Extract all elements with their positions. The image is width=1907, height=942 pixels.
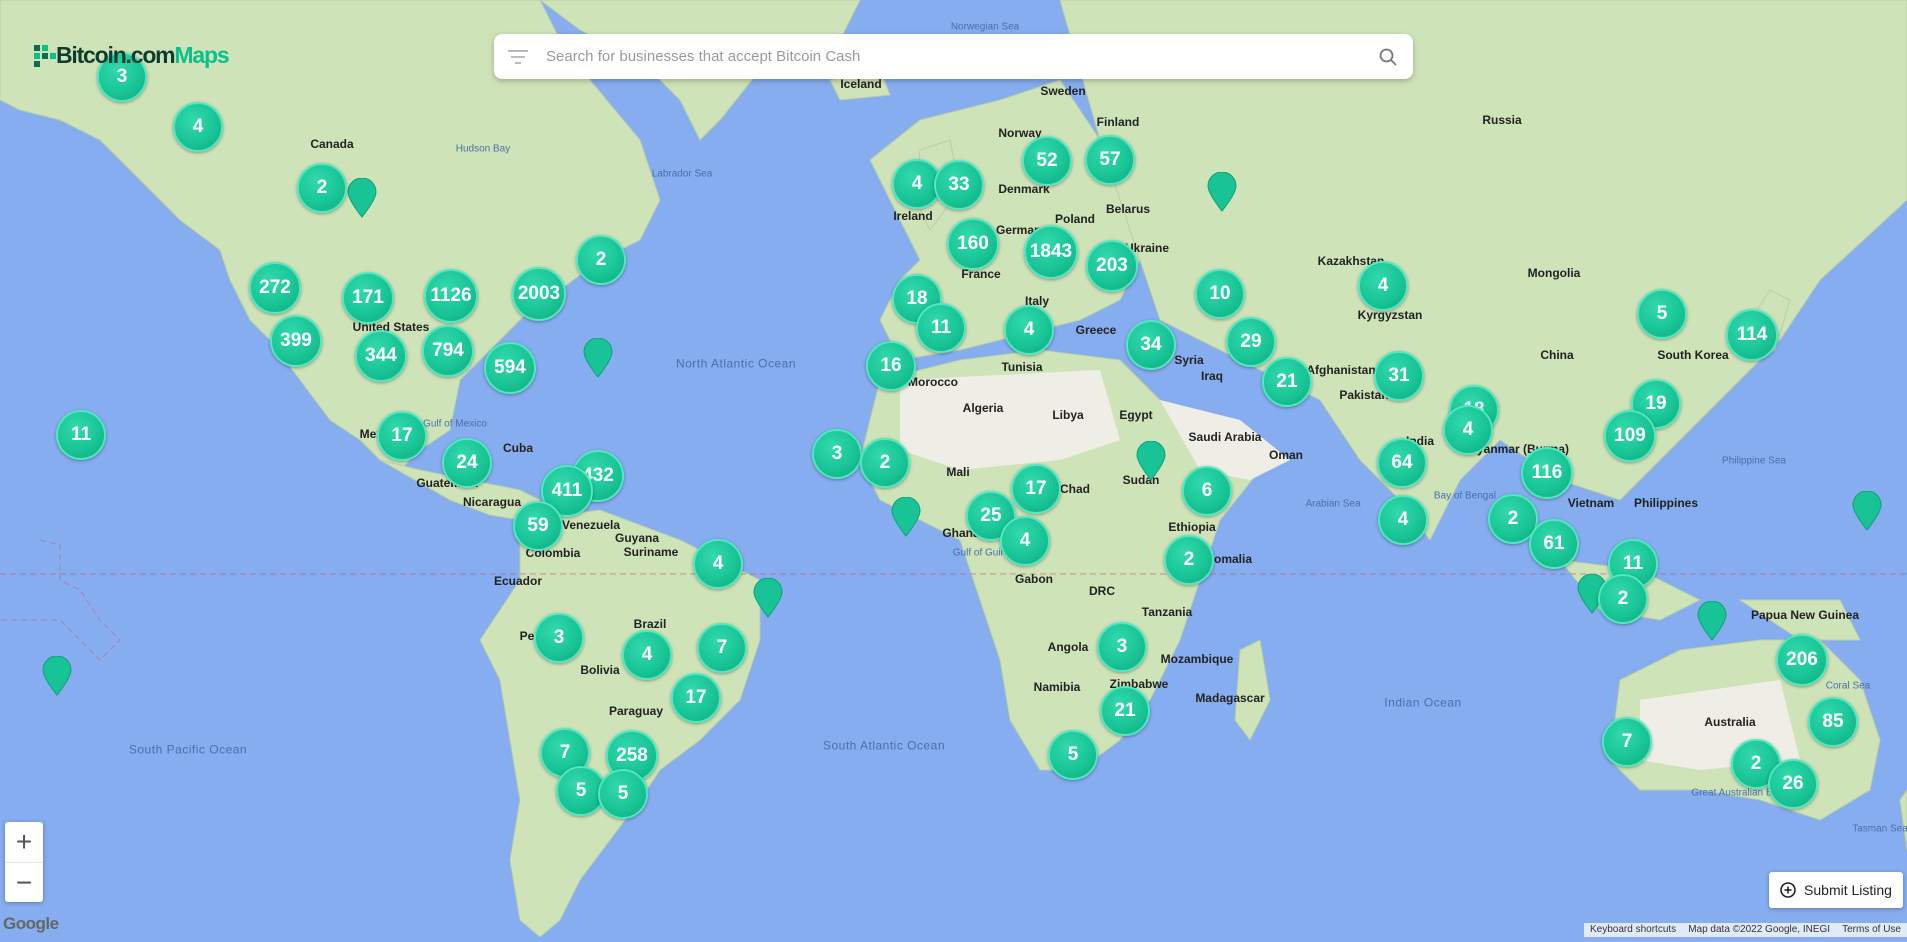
plus-circle-icon bbox=[1780, 882, 1796, 898]
cluster-marker[interactable]: 17 bbox=[671, 673, 721, 723]
cluster-marker[interactable]: 17 bbox=[1011, 464, 1061, 514]
cluster-marker[interactable]: 794 bbox=[422, 325, 474, 377]
cluster-marker[interactable]: 160 bbox=[947, 218, 999, 270]
cluster-marker[interactable]: 109 bbox=[1604, 410, 1656, 462]
cluster-marker[interactable]: 24 bbox=[442, 438, 492, 488]
cluster-marker[interactable]: 26 bbox=[1768, 759, 1818, 809]
map-pin-icon[interactable] bbox=[583, 338, 613, 378]
cluster-marker[interactable]: 116 bbox=[1521, 447, 1573, 499]
filter-icon[interactable] bbox=[508, 49, 528, 65]
cluster-marker[interactable]: 59 bbox=[513, 501, 563, 551]
cluster-marker[interactable]: 7 bbox=[1602, 717, 1652, 767]
map-pin-icon[interactable] bbox=[1697, 601, 1727, 641]
cluster-marker[interactable]: 2 bbox=[1598, 574, 1648, 624]
map-pin-icon[interactable] bbox=[753, 578, 783, 618]
cluster-marker[interactable]: 61 bbox=[1529, 519, 1579, 569]
cluster-marker[interactable]: 57 bbox=[1085, 135, 1135, 185]
cluster-marker[interactable]: 52 bbox=[1022, 136, 1072, 186]
google-logo[interactable]: Google bbox=[3, 914, 59, 934]
cluster-marker[interactable]: 4 bbox=[622, 630, 672, 680]
map-attribution: Keyboard shortcuts Map data ©2022 Google… bbox=[1584, 923, 1907, 937]
bitcoin-com-maps-logo[interactable]: Bitcoin.com Maps bbox=[34, 42, 230, 69]
cluster-marker[interactable]: 1843 bbox=[1024, 225, 1078, 279]
map-pin-icon[interactable] bbox=[1852, 491, 1882, 531]
cluster-marker[interactable]: 2 bbox=[297, 163, 347, 213]
zoom-controls: + − bbox=[5, 822, 43, 902]
search-input[interactable] bbox=[544, 35, 1363, 78]
cluster-marker[interactable]: 171 bbox=[342, 272, 394, 324]
cluster-marker[interactable]: 11 bbox=[916, 303, 966, 353]
cluster-marker[interactable]: 31 bbox=[1374, 351, 1424, 401]
search-icon[interactable] bbox=[1379, 48, 1397, 66]
map-base bbox=[0, 0, 1907, 938]
logo-text-secondary: Maps bbox=[174, 42, 229, 68]
cluster-marker[interactable]: 4 bbox=[173, 102, 223, 152]
cluster-marker[interactable]: 203 bbox=[1086, 240, 1138, 292]
map-data-text: Map data ©2022 Google, INEGI bbox=[1688, 924, 1831, 935]
terms-link[interactable]: Terms of Use bbox=[1836, 923, 1907, 937]
cluster-marker[interactable]: 85 bbox=[1808, 697, 1858, 747]
cluster-marker[interactable]: 2003 bbox=[512, 267, 566, 321]
cluster-marker[interactable]: 21 bbox=[1100, 686, 1150, 736]
cluster-marker[interactable]: 344 bbox=[355, 330, 407, 382]
cluster-marker[interactable]: 16 bbox=[866, 341, 916, 391]
cluster-marker[interactable]: 2 bbox=[1164, 535, 1214, 585]
cluster-marker[interactable]: 29 bbox=[1226, 317, 1276, 367]
cluster-marker[interactable]: 272 bbox=[249, 262, 301, 314]
submit-listing-button[interactable]: Submit Listing bbox=[1769, 872, 1903, 908]
cluster-marker[interactable]: 11 bbox=[56, 410, 106, 460]
cluster-marker[interactable]: 7 bbox=[697, 623, 747, 673]
cluster-marker[interactable]: 10 bbox=[1195, 269, 1245, 319]
cluster-marker[interactable]: 5 bbox=[598, 769, 648, 819]
zoom-out-button[interactable]: − bbox=[5, 863, 43, 903]
cluster-marker[interactable]: 399 bbox=[270, 315, 322, 367]
cluster-marker[interactable]: 33 bbox=[934, 160, 984, 210]
world-map[interactable]: Canada United States Mexico Cuba Guatema… bbox=[0, 0, 1907, 938]
cluster-marker[interactable]: 4 bbox=[1000, 516, 1050, 566]
cluster-marker[interactable]: 3 bbox=[1097, 622, 1147, 672]
cluster-marker[interactable]: 6 bbox=[1182, 466, 1232, 516]
cluster-marker[interactable]: 594 bbox=[484, 342, 536, 394]
search-bar bbox=[494, 34, 1413, 79]
submit-listing-label: Submit Listing bbox=[1804, 882, 1892, 898]
cluster-marker[interactable]: 1126 bbox=[424, 269, 478, 323]
map-pin-icon[interactable] bbox=[1136, 441, 1166, 481]
map-pin-icon[interactable] bbox=[42, 656, 72, 696]
logo-icon bbox=[34, 44, 56, 67]
cluster-marker[interactable]: 5 bbox=[1637, 289, 1687, 339]
cluster-marker[interactable]: 2 bbox=[860, 438, 910, 488]
cluster-marker[interactable]: 3 bbox=[534, 613, 584, 663]
cluster-marker[interactable]: 4 bbox=[1378, 495, 1428, 545]
cluster-marker[interactable]: 64 bbox=[1377, 438, 1427, 488]
map-pin-icon[interactable] bbox=[891, 497, 921, 537]
cluster-marker[interactable]: 4 bbox=[1443, 405, 1493, 455]
cluster-marker[interactable]: 3 bbox=[812, 429, 862, 479]
keyboard-shortcuts-link[interactable]: Keyboard shortcuts bbox=[1584, 923, 1682, 937]
cluster-marker[interactable]: 206 bbox=[1776, 634, 1828, 686]
cluster-marker[interactable]: 2 bbox=[576, 235, 626, 285]
zoom-in-button[interactable]: + bbox=[5, 822, 43, 863]
cluster-marker[interactable]: 4 bbox=[1004, 305, 1054, 355]
cluster-marker[interactable]: 21 bbox=[1262, 357, 1312, 407]
logo-text-primary: Bitcoin.com bbox=[56, 42, 176, 68]
cluster-marker[interactable]: 17 bbox=[377, 411, 427, 461]
cluster-marker[interactable]: 4 bbox=[1358, 261, 1408, 311]
cluster-marker[interactable]: 4 bbox=[693, 539, 743, 589]
map-pin-icon[interactable] bbox=[347, 178, 377, 218]
map-pin-icon[interactable] bbox=[1207, 172, 1237, 212]
cluster-marker[interactable]: 5 bbox=[1048, 730, 1098, 780]
cluster-marker[interactable]: 34 bbox=[1126, 320, 1176, 370]
cluster-marker[interactable]: 114 bbox=[1726, 309, 1778, 361]
